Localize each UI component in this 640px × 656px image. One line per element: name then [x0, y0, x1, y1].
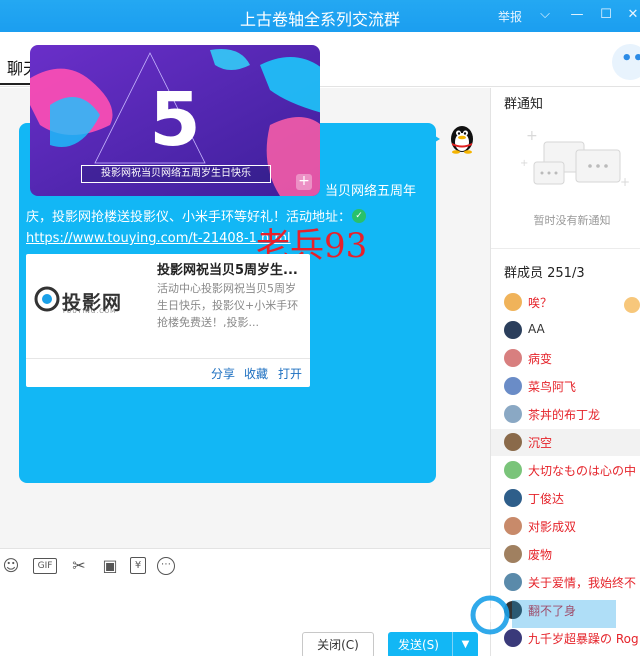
minimize-icon[interactable]: —	[568, 6, 586, 24]
card-open-link[interactable]: 打开	[278, 365, 302, 382]
empty-notice-illustration: + + +	[520, 128, 630, 189]
members-title: 群成员 251/3	[504, 266, 585, 281]
gif-icon[interactable]: GIF	[33, 558, 57, 574]
member-row[interactable]: 茶丼的布丁龙	[491, 401, 640, 428]
member-name: 关于爱情，我始终不	[528, 576, 637, 590]
member-row[interactable]: 丁俊达	[491, 485, 640, 512]
member-row[interactable]: 唉？	[491, 289, 640, 316]
more-options-button[interactable]: •••	[612, 44, 640, 80]
member-name: 菜鸟阿飞	[528, 380, 577, 394]
member-name: 废物	[528, 548, 553, 562]
member-name: 对影成双	[528, 520, 577, 534]
member-name: 茶丼的布丁龙	[528, 408, 601, 422]
plus-icon[interactable]: +	[296, 174, 312, 190]
maximize-icon[interactable]: ☐	[597, 6, 615, 24]
member-avatar[interactable]	[504, 517, 522, 535]
member-row[interactable]: 大切なものは心の中	[491, 457, 640, 484]
close-button[interactable]: 关闭(C)	[302, 632, 374, 656]
notice-title: 群通知	[504, 97, 544, 112]
svg-text:+: +	[620, 175, 630, 189]
banner-number-text: 5	[149, 77, 201, 163]
card-description: 活动中心投影网祝当贝5周岁生日快乐，投影仪+小米手环抢楼免费送！,投影...	[157, 282, 299, 329]
member-avatar[interactable]	[504, 293, 522, 311]
member-row[interactable]: AA	[491, 317, 640, 344]
member-avatar[interactable]	[504, 545, 522, 563]
more-tools-icon[interactable]: ⋯	[157, 557, 175, 575]
member-name: 大切なものは心の中	[528, 464, 637, 478]
card-divider	[26, 358, 310, 359]
emoji-icon[interactable]: ☺	[2, 557, 20, 575]
member-avatar[interactable]	[504, 405, 522, 423]
member-name: 病变	[528, 352, 553, 366]
member-avatar[interactable]	[504, 461, 522, 479]
touying-logo-icon	[34, 286, 60, 312]
card-share-link[interactable]: 分享	[211, 365, 235, 382]
member-row[interactable]: 菜鸟阿飞	[491, 373, 640, 400]
close-icon[interactable]: ✕	[624, 6, 640, 24]
member-avatar[interactable]	[504, 489, 522, 507]
member-avatar[interactable]	[504, 377, 522, 395]
card-logo-subtitle: TOUYING.COM	[62, 308, 117, 315]
image-icon[interactable]: ▣	[100, 557, 120, 575]
member-row[interactable]: 病变	[491, 345, 640, 372]
member-avatar[interactable]	[504, 349, 522, 367]
site-watermark-logo	[470, 595, 616, 635]
card-favorite-link[interactable]: 收藏	[244, 365, 268, 382]
member-row[interactable]: 沉空	[491, 429, 640, 456]
message-link[interactable]: https://www.touying.com/t-21408-1.html	[26, 231, 291, 246]
scissors-icon[interactable]: ✂	[69, 557, 89, 575]
member-row[interactable]: 废物	[491, 541, 640, 568]
bubble-tail	[432, 134, 440, 144]
member-row[interactable]: 对影成双	[491, 513, 640, 540]
member-name: 丁俊达	[528, 492, 565, 506]
member-avatar[interactable]	[504, 321, 522, 339]
member-avatar[interactable]	[504, 573, 522, 591]
svg-text:+: +	[520, 158, 528, 169]
svg-text:+: +	[526, 128, 538, 144]
message-text-line1: 当贝网络五周年	[325, 184, 417, 199]
card-title[interactable]: 投影网祝当贝5周岁生...	[157, 259, 298, 278]
member-name: 唉？	[528, 296, 553, 310]
member-name: 沉空	[528, 436, 553, 450]
notice-empty-text: 暂时没有新通知	[533, 214, 611, 227]
chevron-down-icon[interactable]: ⌵	[536, 6, 554, 24]
member-avatar[interactable]	[504, 433, 522, 451]
qq-penguin-avatar[interactable]	[446, 122, 478, 154]
panel-divider	[491, 248, 640, 249]
red-packet-icon[interactable]: ¥	[130, 557, 146, 574]
title-bar: 上古卷轴全系列交流群 举报 ⌵ — ☐ ✕	[0, 0, 640, 32]
report-button[interactable]: 举报	[498, 8, 522, 25]
member-name: AA	[528, 322, 545, 336]
banner-caption: 投影网祝当贝网络五周岁生日快乐	[81, 165, 271, 183]
